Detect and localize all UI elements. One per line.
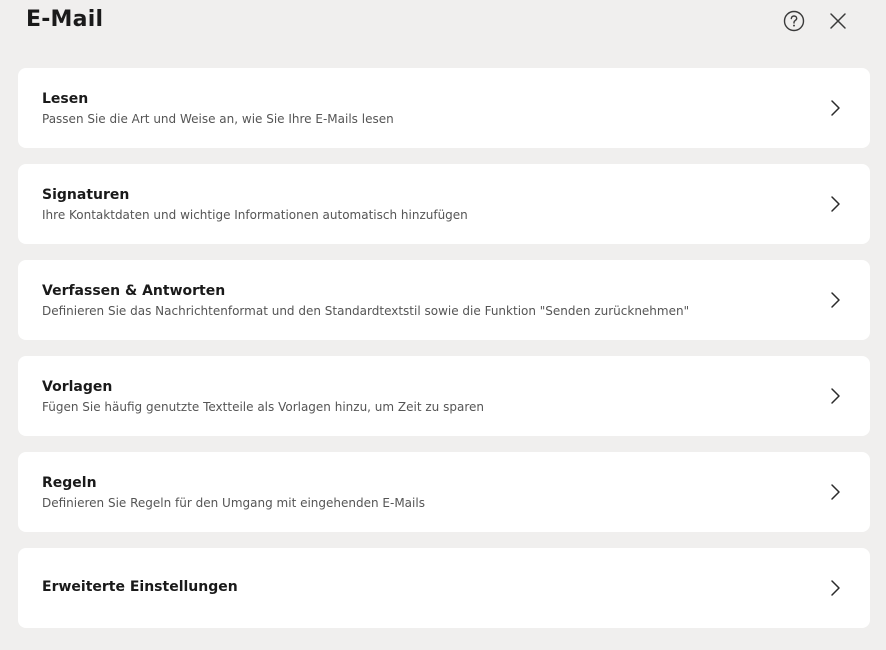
- settings-item-verfassen-antworten[interactable]: Verfassen & Antworten Definieren Sie das…: [18, 260, 870, 340]
- item-description: Passen Sie die Art und Weise an, wie Sie…: [42, 112, 394, 126]
- chevron-right-icon: [831, 388, 840, 404]
- item-description: Fügen Sie häufig genutzte Textteile als …: [42, 400, 484, 414]
- item-description: Ihre Kontaktdaten und wichtige Informati…: [42, 208, 468, 222]
- item-title: Signaturen: [42, 187, 130, 203]
- help-button[interactable]: [781, 8, 807, 34]
- settings-item-regeln[interactable]: Regeln Definieren Sie Regeln für den Umg…: [18, 452, 870, 532]
- header: E-Mail: [0, 0, 886, 44]
- help-circle-icon: [783, 10, 805, 32]
- chevron-right-icon: [831, 196, 840, 212]
- settings-item-signaturen[interactable]: Signaturen Ihre Kontaktdaten und wichtig…: [18, 164, 870, 244]
- settings-item-erweiterte-einstellungen[interactable]: Erweiterte Einstellungen: [18, 548, 870, 628]
- chevron-right-icon: [831, 580, 840, 596]
- close-button[interactable]: [825, 8, 851, 34]
- settings-item-vorlagen[interactable]: Vorlagen Fügen Sie häufig genutzte Textt…: [18, 356, 870, 436]
- item-description: Definieren Sie das Nachrichtenformat und…: [42, 304, 690, 318]
- email-settings-panel: E-Mail Lesen Passen Sie die Art und Weis…: [0, 0, 886, 650]
- item-title: Regeln: [42, 475, 97, 491]
- item-title: Lesen: [42, 91, 89, 107]
- chevron-right-icon: [831, 292, 840, 308]
- settings-item-lesen[interactable]: Lesen Passen Sie die Art und Weise an, w…: [18, 68, 870, 148]
- item-description: Definieren Sie Regeln für den Umgang mit…: [42, 496, 425, 510]
- close-icon: [830, 13, 846, 29]
- page-title: E-Mail: [26, 7, 104, 32]
- item-title: Erweiterte Einstellungen: [42, 579, 238, 595]
- chevron-right-icon: [831, 484, 840, 500]
- item-title: Verfassen & Antworten: [42, 283, 226, 299]
- settings-list: Lesen Passen Sie die Art und Weise an, w…: [18, 68, 870, 644]
- item-title: Vorlagen: [42, 379, 113, 395]
- chevron-right-icon: [831, 100, 840, 116]
